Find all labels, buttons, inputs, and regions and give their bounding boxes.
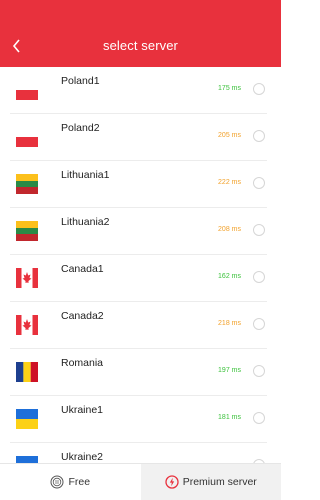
select-radio[interactable] xyxy=(253,365,265,377)
server-row-poland2[interactable]: Poland2 205 ms xyxy=(10,114,267,161)
server-row-lithuania1[interactable]: Lithuania1 222 ms xyxy=(10,161,267,208)
canada-flag-icon xyxy=(16,268,38,288)
ping-value: 205 ms xyxy=(218,132,241,139)
server-name: Canada2 xyxy=(61,310,104,322)
free-icon xyxy=(50,475,64,489)
server-row-poland1[interactable]: Poland1 175 ms xyxy=(10,67,267,114)
select-radio[interactable] xyxy=(253,412,265,424)
select-radio[interactable] xyxy=(253,83,265,95)
ping-value: 175 ms xyxy=(218,85,241,92)
select-radio[interactable] xyxy=(253,318,265,330)
tab-free-label: Free xyxy=(68,476,91,488)
server-name: Canada1 xyxy=(61,263,104,275)
ping-value: 208 ms xyxy=(218,226,241,233)
status-bar xyxy=(0,0,281,25)
lithuania-flag-icon xyxy=(16,174,38,194)
select-radio[interactable] xyxy=(253,224,265,236)
ukraine-flag-icon xyxy=(16,409,38,429)
server-row-canada2[interactable]: Canada2 218 ms xyxy=(10,302,267,349)
lightning-icon xyxy=(165,475,179,489)
ping-value: 162 ms xyxy=(218,273,241,280)
select-radio[interactable] xyxy=(253,177,265,189)
select-radio[interactable] xyxy=(253,130,265,142)
ping-value: 181 ms xyxy=(218,414,241,421)
server-row-ukraine1[interactable]: Ukraine1 181 ms xyxy=(10,396,267,443)
ping-value: 197 ms xyxy=(218,367,241,374)
server-row-lithuania2[interactable]: Lithuania2 208 ms xyxy=(10,208,267,255)
ping-value: 218 ms xyxy=(218,320,241,327)
tab-premium-label: Premium server xyxy=(182,476,257,488)
poland-flag-icon xyxy=(16,127,38,147)
server-row-canada1[interactable]: Canada1 162 ms xyxy=(10,255,267,302)
ping-value: 222 ms xyxy=(218,179,241,186)
page-title: select server xyxy=(103,38,178,53)
server-name: Romania xyxy=(61,357,104,369)
server-list: Poland1 175 ms Poland2 205 ms Lithuania1… xyxy=(0,67,281,463)
app-header: select server xyxy=(0,25,281,67)
server-row-ukraine2[interactable]: Ukraine2 xyxy=(10,443,267,463)
server-name: Lithuania2 xyxy=(61,216,110,228)
ukraine-flag-icon xyxy=(16,456,38,463)
tab-free[interactable]: Free xyxy=(0,464,141,500)
server-row-romania[interactable]: Romania 197 ms xyxy=(10,349,267,396)
romania-flag-icon xyxy=(16,362,38,382)
server-name: Ukraine2 xyxy=(61,451,104,463)
server-name: Lithuania1 xyxy=(61,169,110,181)
server-name: Poland2 xyxy=(61,122,100,134)
canada-flag-icon xyxy=(16,315,38,335)
server-name: Ukraine1 xyxy=(61,404,104,416)
tab-premium-server[interactable]: Premium server xyxy=(140,464,281,500)
poland-flag-icon xyxy=(16,80,38,100)
lithuania-flag-icon xyxy=(16,221,38,241)
select-radio[interactable] xyxy=(253,271,265,283)
bottom-tab-bar: Free Premium server xyxy=(0,463,281,500)
server-name: Poland1 xyxy=(61,75,100,87)
